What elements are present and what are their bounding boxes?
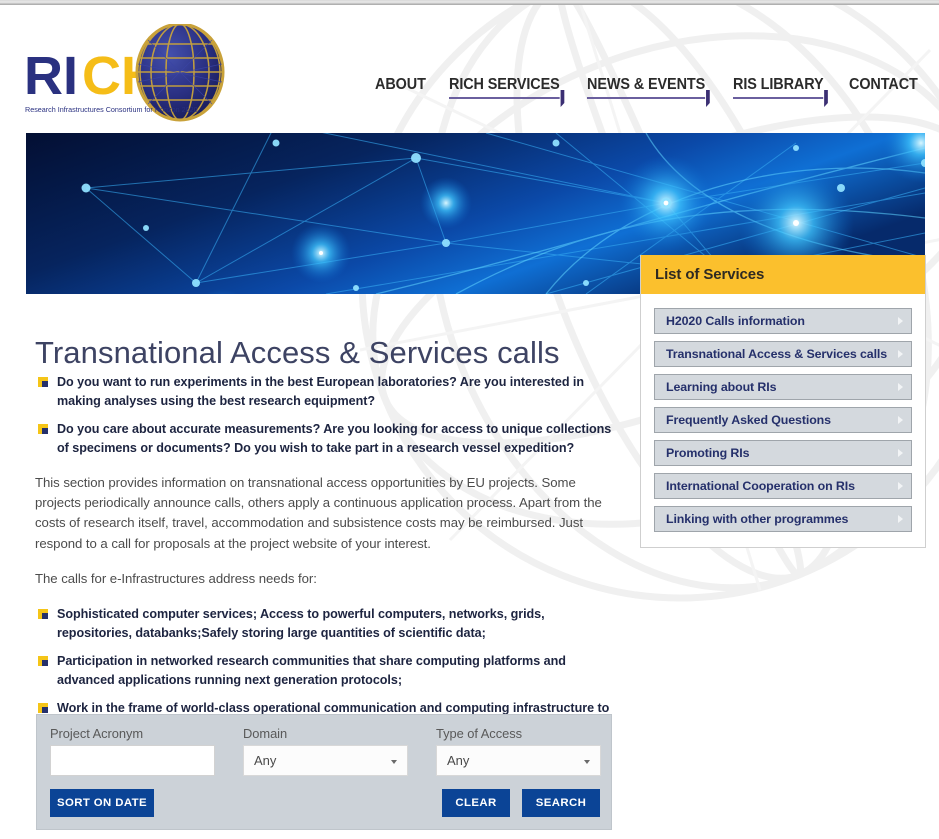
square-bullet-icon	[38, 424, 48, 434]
sidebar-item-label: H2020 Calls information	[666, 314, 805, 328]
dropdown-indicator-icon	[560, 90, 565, 107]
chevron-right-icon	[898, 449, 903, 457]
sidebar-item-transnational-access-services-calls[interactable]: Transnational Access & Services calls	[654, 341, 912, 367]
nav-item-news-events[interactable]: NEWS & EVENTS	[586, 75, 710, 107]
sort-on-date-button[interactable]: SORT ON DATE	[50, 789, 154, 817]
sidebar-item-label: Transnational Access & Services calls	[666, 347, 888, 361]
sidebar-title: List of Services	[641, 255, 925, 294]
chevron-right-icon	[898, 383, 903, 391]
list-item-text: Do you want to run experiments in the be…	[57, 375, 585, 408]
nav-label: CONTACT	[849, 76, 918, 93]
type-of-access-select[interactable]: Any	[436, 745, 601, 776]
chevron-right-icon	[898, 515, 903, 523]
logo-tagline: Research Infrastructures Consortium for …	[25, 105, 198, 114]
list-item: Do you want to run experiments in the be…	[35, 373, 615, 410]
content-column: Do you want to run experiments in the be…	[35, 373, 615, 746]
nav-item-rich-services[interactable]: RICH SERVICES	[448, 75, 565, 107]
sidebar-item-label: International Cooperation on RIs	[666, 479, 855, 493]
search-button[interactable]: SEARCH	[522, 789, 600, 817]
chevron-right-icon	[898, 482, 903, 490]
list-item-text: Do you care about accurate measurements?…	[57, 422, 612, 455]
sidebar-item-promoting-ris[interactable]: Promoting RIs	[654, 440, 912, 466]
chevron-right-icon	[898, 317, 903, 325]
domain-select-value: Any	[254, 753, 277, 768]
sidebar-item-label: Learning about RIs	[666, 380, 777, 394]
main-navigation[interactable]: ABOUT RICH SERVICES NEWS & EVENTS RIS LI…	[375, 75, 923, 107]
services-sidebar: List of Services H2020 Calls information…	[640, 255, 926, 548]
square-bullet-icon	[38, 703, 48, 714]
page-title: Transnational Access & Services calls	[35, 334, 560, 370]
sidebar-item-label: Linking with other programmes	[666, 512, 849, 526]
project-search-form: Project Acronym Domain Any Type of Acces…	[36, 714, 612, 830]
clear-button[interactable]: CLEAR	[442, 789, 510, 817]
svg-text:RI: RI	[24, 46, 78, 106]
rich-logo[interactable]: RI CH Research Infrastructures Consortiu…	[22, 24, 238, 122]
type-of-access-select-value: Any	[447, 753, 470, 768]
site-header: RI CH Research Infrastructures Consortiu…	[0, 6, 939, 130]
list-item: Sophisticated computer services; Access …	[35, 605, 615, 642]
browser-top-strip	[0, 0, 939, 5]
nav-label: NEWS & EVENTS	[586, 76, 705, 93]
chevron-down-icon	[391, 759, 397, 764]
nav-item-about[interactable]: ABOUT	[375, 75, 426, 103]
nav-item-ris-library[interactable]: RIS LIBRARY	[732, 75, 828, 107]
domain-label: Domain	[243, 726, 288, 741]
nav-label: RIS LIBRARY	[732, 76, 824, 93]
project-acronym-input[interactable]	[50, 745, 215, 776]
sidebar-item-linking-with-other-programmes[interactable]: Linking with other programmes	[654, 506, 912, 532]
chevron-right-icon	[898, 416, 903, 424]
sidebar-item-label: Frequently Asked Questions	[666, 413, 831, 427]
project-acronym-field-group: Project Acronym	[50, 726, 215, 776]
dropdown-indicator-icon	[705, 90, 710, 107]
domain-select[interactable]: Any	[243, 745, 408, 776]
sidebar-item-international-cooperation-on-ris[interactable]: International Cooperation on RIs	[654, 473, 912, 499]
needs-lead-text: The calls for e-Infrastructures address …	[35, 570, 317, 586]
list-item: Do you care about accurate measurements?…	[35, 420, 615, 457]
square-bullet-icon	[38, 377, 48, 387]
sidebar-item-learning-about-ris[interactable]: Learning about RIs	[654, 374, 912, 400]
sidebar-item-label: Promoting RIs	[666, 446, 750, 460]
type-of-access-label: Type of Access	[436, 726, 522, 741]
nav-label: ABOUT	[375, 76, 426, 93]
sidebar-item-frequently-asked-questions[interactable]: Frequently Asked Questions	[654, 407, 912, 433]
type-of-access-field-group: Type of Access Any	[436, 726, 601, 776]
intro-bullet-list: Do you want to run experiments in the be…	[35, 373, 615, 457]
project-acronym-label: Project Acronym	[50, 726, 144, 741]
chevron-right-icon	[898, 350, 903, 358]
square-bullet-icon	[38, 609, 48, 620]
list-item-text: Participation in networked research comm…	[57, 654, 566, 687]
dropdown-indicator-icon	[824, 90, 828, 107]
square-bullet-icon	[38, 656, 48, 667]
domain-field-group: Domain Any	[243, 726, 408, 776]
list-item-text: Sophisticated computer services; Access …	[57, 607, 545, 640]
intro-paragraph: This section provides information on tra…	[35, 475, 602, 551]
list-item: Participation in networked research comm…	[35, 652, 615, 689]
chevron-down-icon	[584, 759, 590, 764]
sidebar-item-list: H2020 Calls information Transnational Ac…	[641, 294, 925, 532]
nav-label: RICH SERVICES	[448, 76, 560, 93]
nav-item-contact[interactable]: CONTACT	[849, 75, 918, 103]
sidebar-item-h2020-calls-information[interactable]: H2020 Calls information	[654, 308, 912, 334]
